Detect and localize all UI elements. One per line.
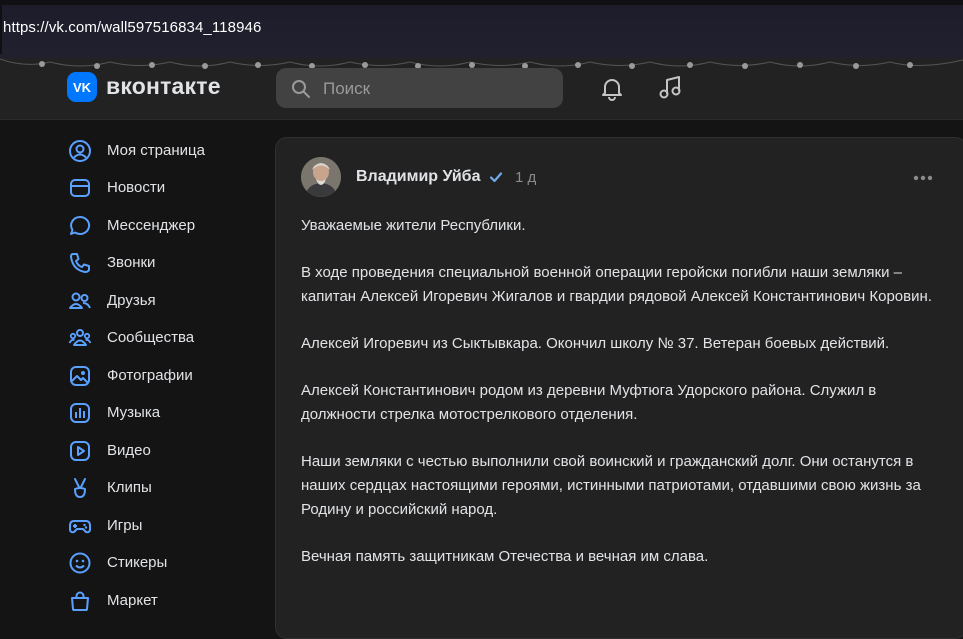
window-frame <box>0 0 963 5</box>
sidebar-item-stickers[interactable]: Стикеры <box>60 546 260 580</box>
photos-icon <box>70 366 90 386</box>
sidebar-item-label: Музыка <box>107 404 161 421</box>
sidebar-item-news[interactable]: Новости <box>60 171 260 205</box>
bag-icon <box>71 591 89 611</box>
window-frame-edge <box>0 5 2 54</box>
post-paragraph: В ходе проведения специальной военной оп… <box>301 264 932 305</box>
sidebar-item-label: Клипы <box>107 479 152 496</box>
sidebar-item-label: Стикеры <box>107 554 168 571</box>
post-paragraph: Наши земляки с честью выполнили свой вои… <box>301 453 921 518</box>
sidebar-item-games[interactable]: Игры <box>60 509 260 543</box>
sidebar-item-market[interactable]: Маркет <box>60 584 260 618</box>
post-body: Уважаемые жители Республики. В ходе пров… <box>301 214 941 592</box>
user-circle-icon <box>69 140 91 162</box>
verified-check-icon <box>489 172 503 183</box>
video-icon <box>70 441 90 461</box>
post-paragraph: Алексей Игоревич из Сыктывкара. Окончил … <box>301 335 890 352</box>
logo-text[interactable]: вконтакте <box>106 73 221 100</box>
avatar[interactable] <box>301 157 341 197</box>
gamepad-icon <box>69 520 91 534</box>
clips-icon <box>74 478 86 498</box>
browser-address-bar[interactable]: https://vk.com/wall597516834_118946 <box>0 0 963 58</box>
sidebar-item-label: Мессенджер <box>107 217 196 234</box>
more-options-icon[interactable] <box>912 172 934 184</box>
music-bars-icon <box>70 403 90 423</box>
sidebar-item-calls[interactable]: Звонки <box>60 246 260 280</box>
communities-icon <box>68 329 92 346</box>
post-paragraph: Уважаемые жители Республики. <box>301 217 526 234</box>
sidebar-item-friends[interactable]: Друзья <box>60 284 260 318</box>
post-time[interactable]: 1 д <box>515 169 536 186</box>
sidebar-item-my-page[interactable]: Моя страница <box>60 134 260 168</box>
sidebar-item-label: Маркет <box>107 592 158 609</box>
post-author[interactable]: Владимир Уйба <box>356 168 480 186</box>
post-paragraph: Алексей Константинович родом из деревни … <box>301 382 877 423</box>
sidebar-item-video[interactable]: Видео <box>60 434 260 468</box>
sidebar-item-label: Новости <box>107 179 166 196</box>
music-note-icon[interactable] <box>657 74 685 102</box>
sidebar-item-messenger[interactable]: Мессенджер <box>60 209 260 243</box>
sidebar-item-communities[interactable]: Сообщества <box>60 321 260 355</box>
sidebar-item-label: Сообщества <box>107 329 195 346</box>
vk-logo-icon[interactable]: VK <box>67 72 97 102</box>
phone-icon <box>70 253 90 273</box>
friends-icon <box>69 292 91 309</box>
news-icon <box>70 179 90 197</box>
svg-text:VK: VK <box>73 80 92 95</box>
sidebar-item-photos[interactable]: Фотографии <box>60 359 260 393</box>
sidebar-item-label: Звонки <box>107 254 156 271</box>
smile-icon <box>69 552 91 574</box>
search-input[interactable] <box>321 76 555 102</box>
sidebar-item-label: Фотографии <box>107 367 193 384</box>
bell-icon[interactable] <box>598 74 626 102</box>
sidebar-item-label: Моя страница <box>107 142 205 159</box>
sidebar-item-clips[interactable]: Клипы <box>60 471 260 505</box>
sidebar-item-label: Видео <box>107 442 151 459</box>
search-icon <box>292 80 310 98</box>
sidebar-item-music[interactable]: Музыка <box>60 396 260 430</box>
url-text[interactable]: https://vk.com/wall597516834_118946 <box>3 19 261 36</box>
sidebar-item-label: Друзья <box>107 292 156 309</box>
post-paragraph: Вечная память защитникам Отечества и веч… <box>301 548 709 565</box>
sidebar-item-label: Игры <box>107 517 143 534</box>
message-icon <box>70 215 91 235</box>
